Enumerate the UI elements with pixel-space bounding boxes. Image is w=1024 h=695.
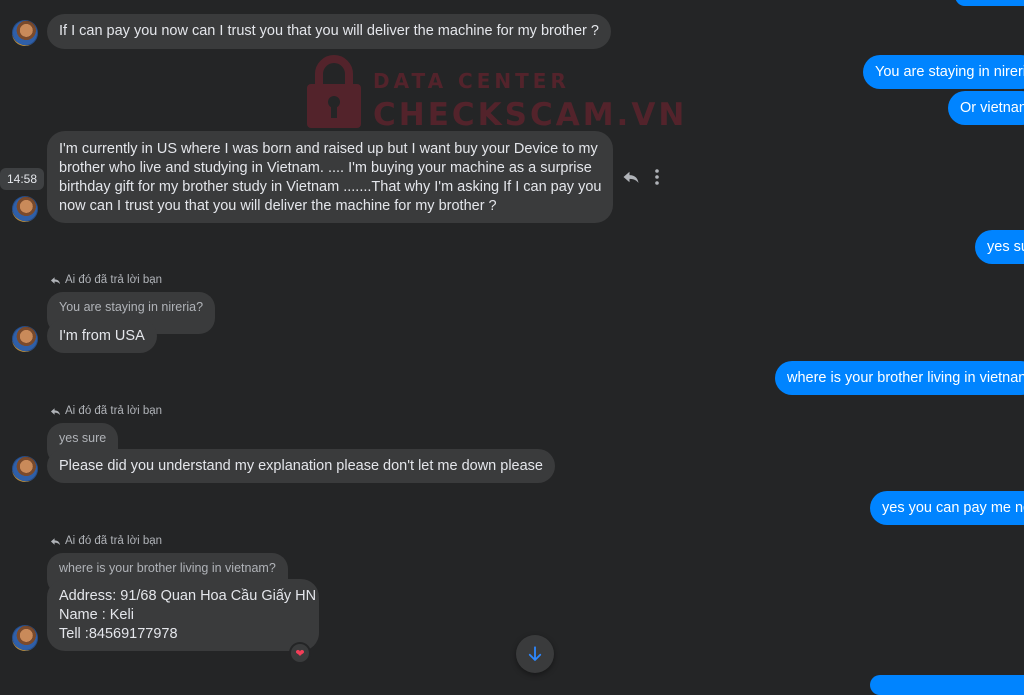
outgoing-message[interactable]: yes you can pay me no	[870, 491, 1024, 525]
outgoing-message[interactable]: yes su	[975, 230, 1024, 264]
message-time-tooltip: 14:58	[0, 168, 45, 190]
reply-indicator: Ai đó đã trả lời bạn	[50, 534, 162, 548]
watermark-line2: CHECKSCAM.VN	[373, 97, 688, 133]
lock-icon	[307, 55, 361, 128]
incoming-message-long[interactable]: I'm currently in US where I was born and…	[47, 131, 613, 223]
avatar[interactable]	[12, 326, 38, 352]
reply-arrow-icon	[50, 276, 61, 284]
avatar[interactable]	[12, 196, 38, 222]
heart-reaction-icon[interactable]: ❤	[291, 644, 309, 662]
reply-icon[interactable]	[622, 168, 640, 186]
outgoing-message[interactable]: where is your brother living in vietnan	[775, 361, 1024, 395]
message-line: birthday gift for my brother study in Vi…	[59, 179, 602, 195]
scroll-to-bottom-button[interactable]	[516, 635, 554, 673]
reply-label-text: Ai đó đã trả lời bạn	[65, 405, 163, 417]
outgoing-message[interactable]: Or vietnan	[948, 91, 1024, 125]
message-line: Address: 91/68 Quan Hoa Cầu Giấy HN	[59, 588, 317, 604]
message-line: brother who live and studying in Vietnam…	[59, 160, 592, 176]
outgoing-message[interactable]: You are staying in nireri	[863, 55, 1024, 89]
reply-label-text: Ai đó đã trả lời bạn	[65, 535, 163, 547]
incoming-message[interactable]: Please did you understand my explanation…	[47, 449, 556, 483]
message-line: now can I trust you that you will delive…	[59, 198, 497, 214]
incoming-message-address[interactable]: Address: 91/68 Quan Hoa Cầu Giấy HN Name…	[47, 579, 319, 651]
reply-arrow-icon	[50, 537, 61, 545]
incoming-message[interactable]: I'm from USA	[47, 319, 157, 353]
reply-label-text: Ai đó đã trả lời bạn	[65, 274, 163, 286]
reply-arrow-icon	[50, 407, 61, 415]
arrow-down-icon	[528, 646, 542, 661]
reply-indicator: Ai đó đã trả lời bạn	[50, 404, 162, 418]
incoming-message[interactable]: If I can pay you now can I trust you tha…	[47, 14, 611, 49]
more-vertical-icon[interactable]	[651, 168, 663, 186]
watermark-line1: DATA CENTER	[373, 69, 570, 93]
outgoing-message-partial[interactable]	[870, 675, 1024, 695]
avatar[interactable]	[12, 20, 38, 46]
avatar[interactable]	[12, 456, 38, 482]
message-line: Tell :84569177978	[59, 626, 178, 642]
message-line: I'm currently in US where I was born and…	[59, 141, 598, 157]
message-line: Name : Keli	[59, 607, 134, 623]
outgoing-message-partial[interactable]	[955, 0, 1024, 6]
reply-indicator: Ai đó đã trả lời bạn	[50, 273, 162, 287]
avatar[interactable]	[12, 625, 38, 651]
